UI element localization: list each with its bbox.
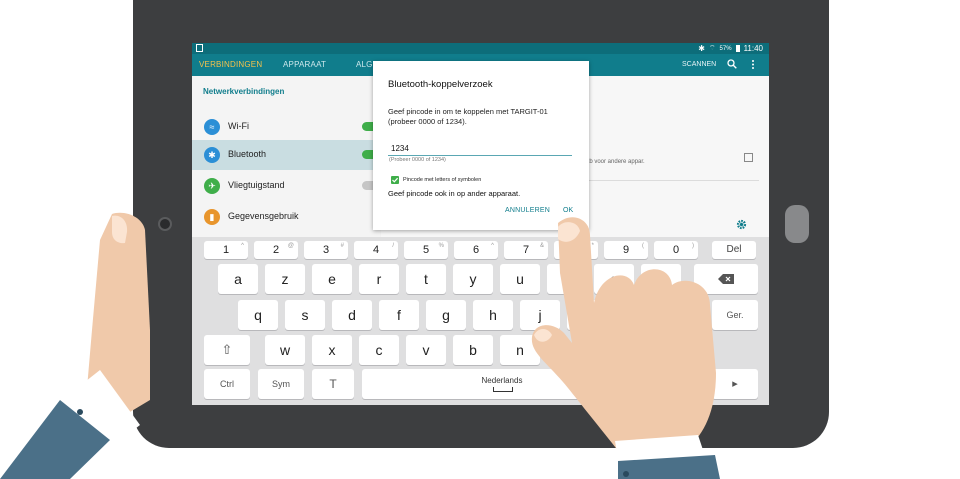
key-2[interactable]: 2 @ <box>254 241 298 259</box>
notification-icon <box>196 44 203 52</box>
key-g[interactable]: g <box>426 300 466 330</box>
key-label: 3 <box>322 244 330 256</box>
battery-percent: 57% <box>719 45 732 52</box>
settings-item-wifi[interactable]: ≈ Wi-Fi <box>192 112 380 142</box>
home-button[interactable] <box>785 205 809 243</box>
bluetooth-pairing-dialog: Bluetooth-koppelverzoek Geef pincode in … <box>373 61 589 230</box>
dialog-message: Geef pincode in om te koppelen met TARGI… <box>388 107 548 126</box>
key-label: 4 <box>372 244 380 256</box>
section-title: Netwerkverbindingen <box>203 87 285 96</box>
checkmark-icon <box>392 177 399 183</box>
shift-key[interactable]: ⇧ <box>204 335 250 365</box>
key-alt: / <box>392 243 394 249</box>
tab-apparaat[interactable]: APPARAAT <box>283 60 326 69</box>
key-f[interactable]: f <box>379 300 419 330</box>
key-label: 1 <box>222 244 230 256</box>
key-v[interactable]: v <box>406 335 446 365</box>
bluetooth-status-icon: ✱ <box>698 44 705 53</box>
key-label: 2 <box>272 244 280 256</box>
settings-item-bluetooth[interactable]: ✱ Bluetooth <box>192 140 380 170</box>
key-e[interactable]: e <box>312 264 352 294</box>
status-bar: ✱ ⌔ 57% 11:40 <box>192 43 769 54</box>
pin-note: Geef pincode ook in op ander apparaat. <box>388 189 521 198</box>
key-6[interactable]: 6 ^ <box>454 241 498 259</box>
key-alt: # <box>340 243 344 249</box>
checkbox-label: Pincode met letters of symbolen <box>403 177 482 183</box>
alphanumeric-pin-checkbox[interactable] <box>391 176 399 184</box>
right-hand-illustration <box>531 217 720 479</box>
space-icon <box>493 387 513 392</box>
settings-item-airplane-mode[interactable]: ✈ Vliegtuigstand <box>192 171 380 201</box>
settings-item-label: Bluetooth <box>228 149 267 159</box>
search-icon[interactable] <box>727 59 737 69</box>
sym-key[interactable]: Sym <box>258 369 304 399</box>
key-y[interactable]: y <box>453 264 493 294</box>
settings-item-label: Gegevensgebruik <box>228 211 299 221</box>
tab-verbindingen[interactable]: VERBINDINGEN <box>199 60 262 69</box>
battery-icon <box>735 45 740 52</box>
key-c[interactable]: c <box>359 335 399 365</box>
key-4[interactable]: 4/ <box>354 241 398 259</box>
key-alt: ^ <box>241 243 244 249</box>
key-t[interactable]: t <box>406 264 446 294</box>
wifi-icon: ≈ <box>204 119 220 135</box>
pin-hint: (Probeer 0000 of 1234) <box>389 157 446 163</box>
key-s[interactable]: s <box>285 300 325 330</box>
text-options-key[interactable]: T <box>312 369 354 399</box>
more-options-icon[interactable] <box>748 59 758 70</box>
key-label: 6 <box>472 244 480 256</box>
left-hand-illustration <box>0 212 150 479</box>
key-q[interactable]: q <box>238 300 278 330</box>
key-z[interactable]: z <box>265 264 305 294</box>
key-r[interactable]: r <box>359 264 399 294</box>
airplane-icon: ✈ <box>204 178 220 194</box>
key-label: 5 <box>422 244 430 256</box>
key-alt: @ <box>287 243 294 249</box>
key-b[interactable]: b <box>453 335 493 365</box>
settings-item-label: Wi-Fi <box>228 121 249 131</box>
key-h[interactable]: h <box>473 300 513 330</box>
key-a[interactable]: a <box>218 264 258 294</box>
key-x[interactable]: x <box>312 335 352 365</box>
visibility-checkbox[interactable] <box>744 153 753 162</box>
settings-item-data-usage[interactable]: ▮ Gegevensgebruik <box>192 202 380 232</box>
key-1[interactable]: 1 ^ <box>204 241 248 259</box>
ctrl-key[interactable]: Ctrl <box>204 369 250 399</box>
scan-button[interactable]: SCANNEN <box>682 61 716 68</box>
pin-input[interactable] <box>388 142 572 156</box>
language-label: Nederlands <box>481 376 523 385</box>
key-5[interactable]: 5% <box>404 241 448 259</box>
dialog-title: Bluetooth-koppelverzoek <box>388 79 493 90</box>
key-alt: ^ <box>491 243 494 249</box>
key-3[interactable]: 3 # <box>304 241 348 259</box>
settings-item-label: Vliegtuigstand <box>228 180 285 190</box>
bluetooth-icon: ✱ <box>204 147 220 163</box>
data-usage-icon: ▮ <box>204 209 220 225</box>
key-w[interactable]: w <box>265 335 305 365</box>
key-d[interactable]: d <box>332 300 372 330</box>
key-alt: % <box>438 243 444 249</box>
pane-divider <box>581 180 759 181</box>
wifi-status-icon: ⌔ <box>708 45 716 52</box>
tab-algemeen[interactable]: ALG <box>356 60 373 69</box>
clock: 11:40 <box>743 44 763 53</box>
